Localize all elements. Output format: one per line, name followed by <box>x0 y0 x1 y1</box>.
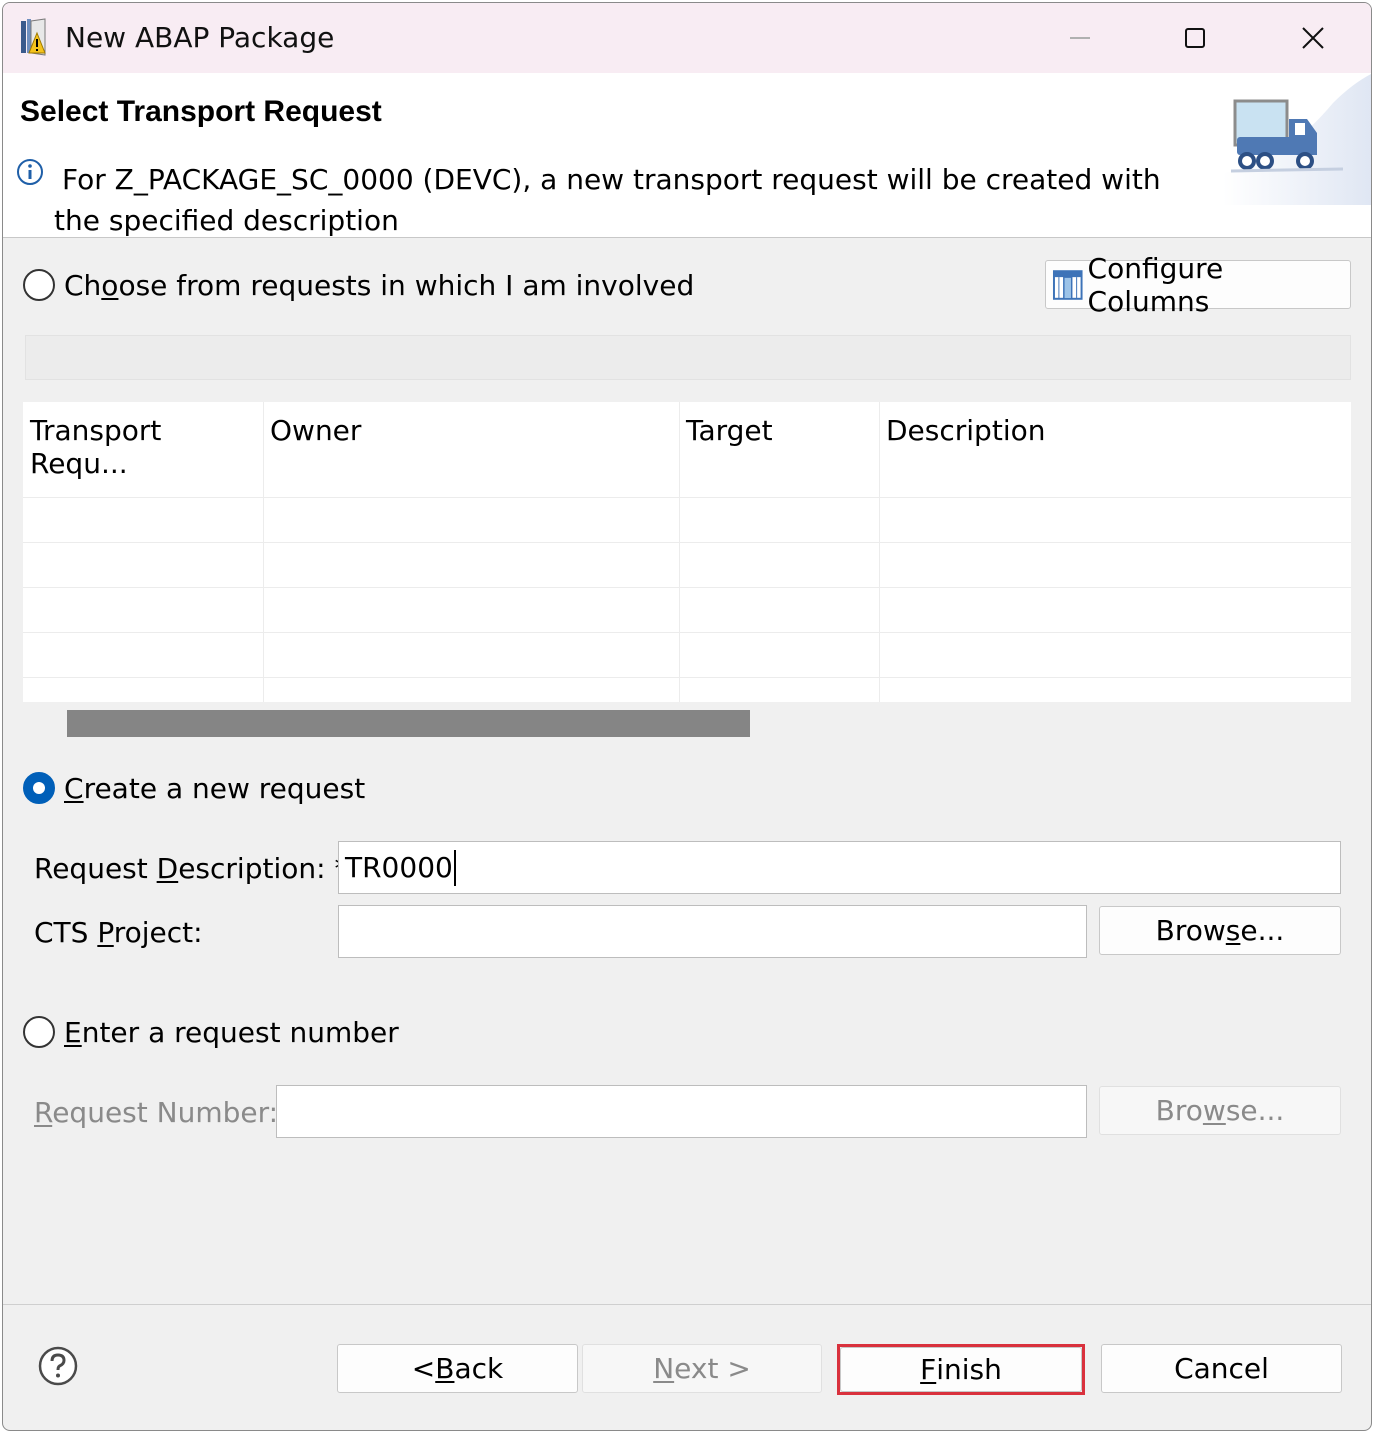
table-filter-bar[interactable] <box>25 335 1351 380</box>
header-message: For Z_PACKAGE_SC_0000 (DEVC), a new tran… <box>54 163 1161 237</box>
cts-project-input[interactable] <box>338 905 1087 958</box>
configure-columns-button[interactable]: Configure Columns <box>1045 252 1351 318</box>
column-separator <box>263 402 264 702</box>
title-bar: New ABAP Package <box>3 3 1371 73</box>
next-button[interactable]: Next > <box>582 1344 822 1393</box>
column-header-owner[interactable]: Owner <box>263 402 679 496</box>
minimize-button[interactable] <box>1051 13 1111 63</box>
abap-package-icon <box>21 18 46 56</box>
enter-request-radio[interactable] <box>23 1016 55 1048</box>
create-request-radio[interactable] <box>23 772 55 804</box>
column-header-target[interactable]: Target <box>679 402 879 496</box>
column-separator <box>879 402 880 702</box>
enter-request-label[interactable]: Enter a request number <box>64 1016 399 1049</box>
cts-project-label: CTS Project: <box>34 916 203 949</box>
table-row <box>23 677 1351 678</box>
minimize-icon <box>1070 37 1090 39</box>
wizard-header: Select Transport Request For Z_PACKAGE_S… <box>3 73 1371 238</box>
info-icon <box>17 159 43 185</box>
table-row <box>23 587 1351 588</box>
horizontal-scrollbar[interactable] <box>67 710 750 737</box>
choose-requests-radio[interactable] <box>23 269 55 301</box>
transport-truck-icon <box>1223 74 1371 205</box>
page-title: Select Transport Request <box>20 95 382 128</box>
text-caret <box>453 849 456 886</box>
close-icon <box>1302 27 1324 49</box>
configure-columns-label: Configure Columns <box>1087 251 1224 318</box>
column-header-transport-request[interactable]: Transport Requ... <box>23 402 263 496</box>
help-icon[interactable] <box>37 1345 79 1387</box>
cts-project-browse-button[interactable]: Brow s e... <box>1099 906 1341 955</box>
create-request-label[interactable]: Create a new request <box>64 772 365 805</box>
maximize-icon <box>1185 28 1205 48</box>
request-description-label: Request Description: * <box>34 852 349 885</box>
maximize-button[interactable] <box>1165 13 1225 63</box>
table-row <box>23 632 1351 633</box>
request-number-browse-button[interactable]: Bro w se... <box>1099 1086 1341 1135</box>
cancel-button[interactable]: Cancel <box>1101 1344 1342 1393</box>
window-title: New ABAP Package <box>65 21 335 54</box>
finish-highlight-box <box>837 1344 1085 1395</box>
request-number-label: Request Number: <box>34 1096 279 1129</box>
table-row <box>23 542 1351 543</box>
footer-separator <box>3 1304 1371 1305</box>
table-row <box>23 497 1351 498</box>
column-separator <box>679 402 680 702</box>
request-description-value: TR0000 <box>345 851 453 884</box>
request-number-input[interactable] <box>276 1085 1087 1138</box>
back-button[interactable]: < Back <box>337 1344 578 1393</box>
dialog-window: New ABAP Package Select Transport Reques… <box>2 2 1372 1431</box>
columns-icon <box>1052 269 1083 300</box>
column-header-description[interactable]: Description <box>879 402 1351 496</box>
request-description-input[interactable]: TR0000 <box>338 841 1341 894</box>
close-button[interactable] <box>1283 13 1343 63</box>
transport-requests-table[interactable]: Transport Requ... Owner Target Descripti… <box>23 402 1351 702</box>
choose-requests-label[interactable]: Choose from requests in which I am invol… <box>64 269 694 302</box>
